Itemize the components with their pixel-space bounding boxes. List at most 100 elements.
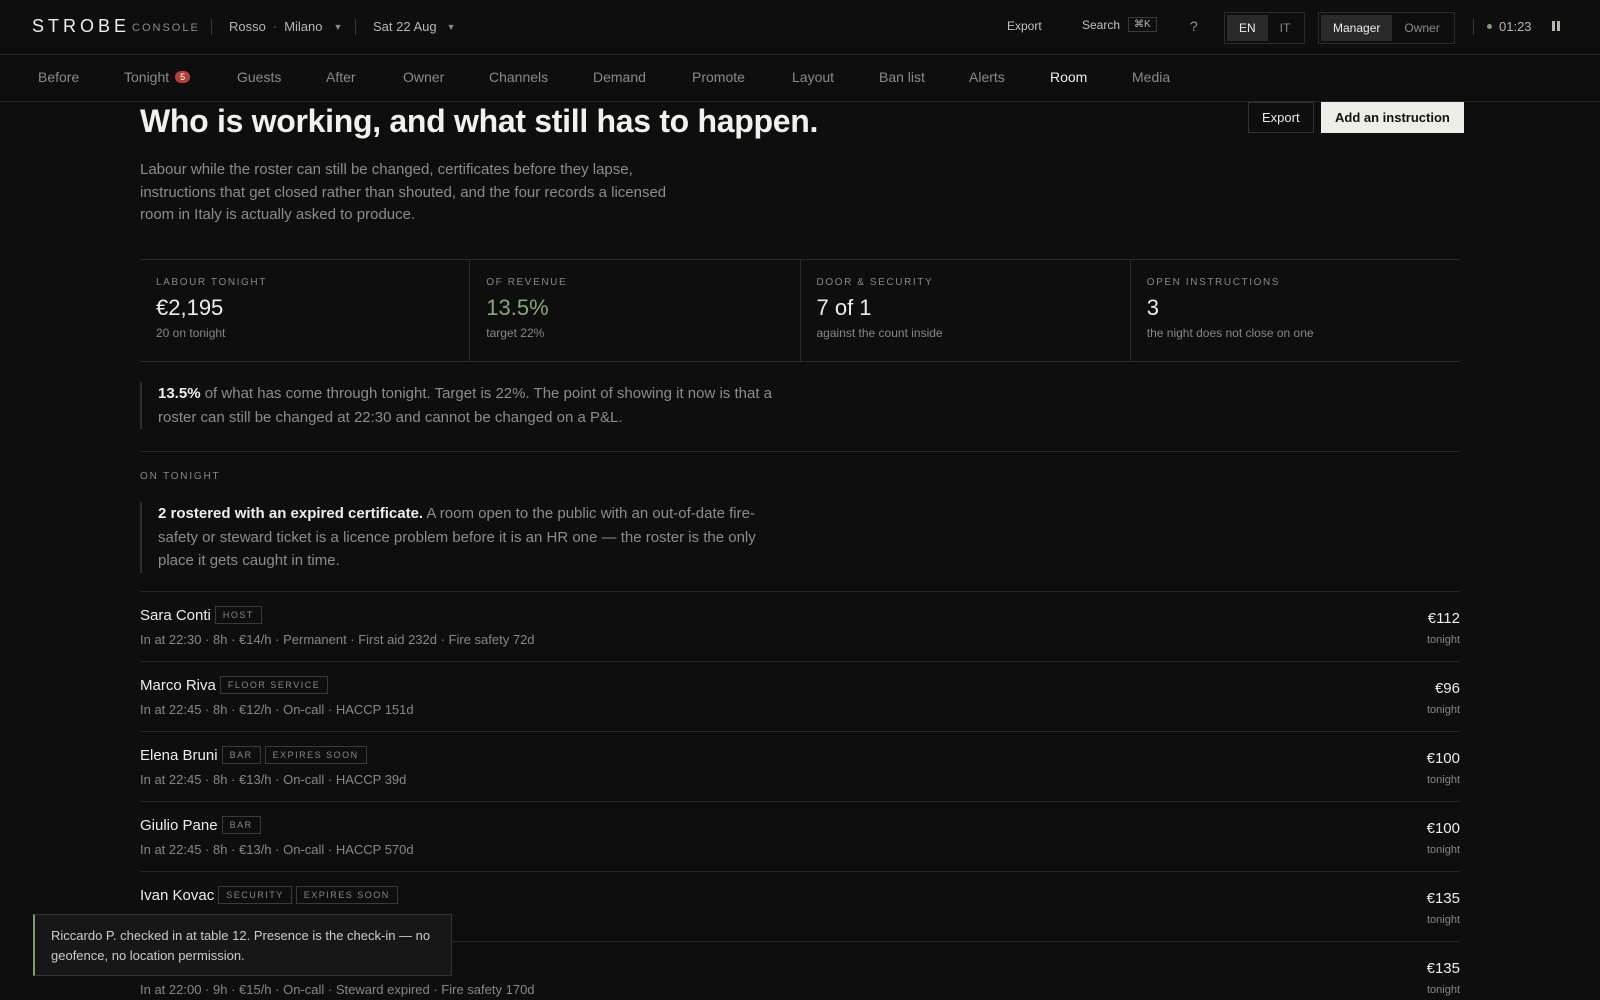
staff-cost-label: tonight [1426,634,1460,646]
staff-cost: €96 [1434,680,1460,697]
kpi-value: 3 [1146,295,1159,320]
role-toggle: Manager Owner [1318,12,1455,44]
kpi-sub: against the count inside [816,326,943,340]
staff-cost: €135 [1426,890,1460,907]
staff-tag: EXPIRES SOON [295,886,398,904]
staff-name-line: Giulio Pane BAR [140,816,261,834]
tab-alerts[interactable]: Alerts [969,69,1005,85]
kpi-labour: LABOUR TONIGHT €2,195 20 on tonight [140,260,471,361]
separator-dot: · [272,19,278,34]
staff-row[interactable]: Giulio Pane BAR In at 22:45 · 8h · €13/h ·… [140,801,1460,871]
staff-cost-label: tonight [1426,914,1460,926]
staff-cost: €112 [1427,610,1460,627]
staff-tag: HOST [214,606,262,624]
search-shortcut: ⌘K [1128,17,1157,32]
certificate-warning-strong: 2 rostered with an expired certificate. [158,505,424,522]
lang-it[interactable]: IT [1268,15,1303,41]
tab-channels[interactable]: Channels [489,69,548,85]
certificate-warning: 2 rostered with an expired certificate. … [140,502,790,573]
staff-meta: In at 22:30 · 8h · €14/h · Permanent · F… [140,632,535,647]
help-icon[interactable]: ? [1190,18,1198,34]
venue-name: Rosso [229,19,266,34]
checkin-toast[interactable]: Riccardo P. checked in at table 12. Pres… [33,914,452,976]
brand-subtitle: CONSOLE [132,22,200,34]
live-indicator-icon [1487,24,1492,29]
staff-name: Ivan Kovac [140,886,215,904]
page-title: Who is working, and what still has to ha… [140,103,819,139]
staff-tag: SECURITY [218,886,292,904]
kpi-sub: the night does not close on one [1146,326,1314,340]
staff-name: Marco Riva [140,676,216,694]
venue-city: Milano [284,19,323,34]
role-owner[interactable]: Owner [1392,15,1451,41]
staff-cost: €135 [1426,960,1460,977]
staff-tag: EXPIRES SOON [264,746,367,764]
staff-row[interactable]: Marco Riva FLOOR SERVICE In at 22:45 · 8h … [140,661,1460,731]
kpi-value: €2,195 [156,295,224,320]
divider [1473,19,1474,35]
search-button[interactable]: Search ⌘K [1082,17,1157,32]
staff-row[interactable]: Elena Bruni BAR EXPIRES SOON In at 22:45 · … [140,731,1460,801]
kpi-label: DOOR & SECURITY [816,277,934,288]
tab-ban-list[interactable]: Ban list [879,69,925,85]
language-toggle: EN IT [1224,12,1306,44]
tab-media[interactable]: Media [1132,69,1170,85]
kpi-label: OF REVENUE [486,277,568,288]
revenue-note-strong: 13.5% [158,385,201,402]
main-nav: Before Tonight 5 Guests After Owner Chan… [0,55,1600,102]
kpi-value: 7 of 1 [816,295,872,320]
revenue-note-text: of what has come through tonight. Target… [158,385,772,426]
tonight-count-badge: 5 [175,71,191,83]
kpi-strip: LABOUR TONIGHT €2,195 20 on tonight OF R… [140,259,1460,362]
tab-layout[interactable]: Layout [792,69,834,85]
kpi-sub: target 22% [486,326,545,340]
tab-guests[interactable]: Guests [237,69,281,85]
staff-meta: In at 22:00 · 9h · €15/h · On-call · Ste… [140,982,535,997]
tab-before[interactable]: Before [38,69,79,85]
staff-meta: In at 22:45 · 8h · €13/h · On-call · HAC… [140,842,414,857]
top-bar: STROBE CONSOLE Rosso · Milano ▼ Sat 22 A… [0,0,1600,55]
staff-tag: FLOOR SERVICE [219,676,329,694]
staff-meta: In at 22:45 · 8h · €13/h · On-call · HAC… [140,772,407,787]
staff-cost: €100 [1426,750,1460,767]
tab-after[interactable]: After [326,69,356,85]
brand-logo[interactable]: STROBE [32,16,130,37]
tab-promote[interactable]: Promote [692,69,745,85]
section-label-on-tonight: ON TONIGHT [140,471,221,482]
staff-cost-label: tonight [1426,844,1460,856]
staff-tag: BAR [221,816,261,834]
date-label: Sat 22 Aug [373,19,437,34]
kpi-sub: 20 on tonight [156,326,226,340]
kpi-label: LABOUR TONIGHT [156,277,267,288]
kpi-revenue: OF REVENUE 13.5% target 22% [470,260,801,361]
divider [355,19,356,35]
kpi-open-instructions: OPEN INSTRUCTIONS 3 the night does not c… [1131,260,1460,361]
tab-owner[interactable]: Owner [403,69,444,85]
add-instruction-button[interactable]: Add an instruction [1321,102,1464,133]
export-link[interactable]: Export [1007,19,1042,33]
staff-meta: In at 22:45 · 8h · €12/h · On-call · HAC… [140,702,414,717]
date-selector[interactable]: Sat 22 Aug ▼ [373,19,456,34]
staff-cost-label: tonight [1426,984,1460,996]
lang-en[interactable]: EN [1227,15,1268,41]
kpi-value: 13.5% [486,295,549,320]
staff-name-line: Ivan Kovac SECURITY EXPIRES SOON [140,886,398,904]
tab-room[interactable]: Room [1050,69,1087,85]
staff-row[interactable]: Sara Conti HOST In at 22:30 · 8h · €14/h ·… [140,591,1460,661]
page-description: Labour while the roster can still be cha… [140,161,667,223]
tab-tonight[interactable]: Tonight 5 [124,69,191,85]
staff-tag: BAR [221,746,261,764]
staff-name: Elena Bruni [140,746,218,764]
venue-selector[interactable]: Rosso · Milano ▼ [229,19,342,34]
role-manager[interactable]: Manager [1321,15,1393,41]
staff-name-line: Elena Bruni BAR EXPIRES SOON [140,746,367,764]
staff-name-line: Sara Conti HOST [140,606,262,624]
staff-name: Giulio Pane [140,816,218,834]
divider [211,19,212,35]
tab-demand[interactable]: Demand [593,69,646,85]
staff-cost: €100 [1426,820,1460,837]
pause-icon[interactable] [1552,21,1561,31]
export-button[interactable]: Export [1248,102,1314,133]
chevron-down-icon: ▼ [446,21,456,32]
chevron-down-icon: ▼ [333,21,343,32]
